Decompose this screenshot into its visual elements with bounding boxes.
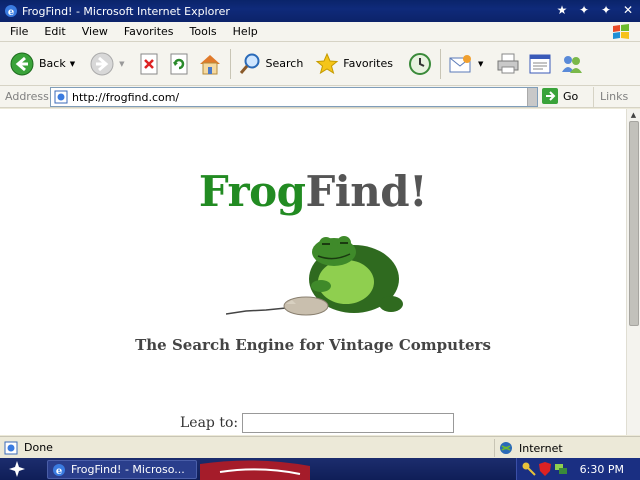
go-arrow-icon bbox=[542, 88, 558, 104]
windows-logo-icon bbox=[613, 24, 629, 39]
menu-tools[interactable]: Tools bbox=[182, 22, 225, 42]
toolbar-separator-2 bbox=[440, 48, 441, 79]
tray-shield-icon[interactable] bbox=[537, 461, 553, 477]
security-zone: Internet bbox=[494, 439, 640, 457]
forward-dropdown-icon[interactable]: ▼ bbox=[119, 60, 124, 68]
frogfind-logo: FrogFind! bbox=[0, 167, 626, 216]
messenger-button[interactable] bbox=[556, 46, 588, 82]
window-title: FrogFind! - Microsoft Internet Explorer bbox=[22, 4, 230, 18]
logo-find-text: Find! bbox=[305, 167, 428, 216]
home-button[interactable] bbox=[194, 46, 226, 82]
history-button[interactable] bbox=[404, 46, 436, 82]
leap-label: Leap to: bbox=[180, 415, 239, 431]
toolbar-separator bbox=[229, 48, 231, 79]
messenger-icon bbox=[562, 55, 583, 73]
zone-label: Internet bbox=[519, 441, 563, 455]
search-label: Search bbox=[265, 57, 304, 70]
tray-network-icon[interactable] bbox=[553, 461, 569, 477]
address-input[interactable]: http://frogfind.com/ bbox=[50, 87, 538, 107]
vertical-scrollbar[interactable]: ▲ bbox=[626, 109, 640, 435]
taskbar: e FrogFind! - Microso... 6:30 PM bbox=[0, 458, 640, 480]
flag-decoration bbox=[200, 460, 310, 480]
taskbar-ie-button[interactable]: e FrogFind! - Microso... bbox=[47, 460, 197, 479]
links-button[interactable]: Links bbox=[593, 87, 640, 107]
edit-page-icon bbox=[529, 54, 551, 73]
address-url: http://frogfind.com/ bbox=[72, 90, 180, 104]
search-input[interactable] bbox=[242, 413, 455, 433]
start-star-icon bbox=[9, 461, 25, 477]
go-label: Go bbox=[563, 89, 579, 103]
refresh-icon bbox=[170, 53, 187, 74]
mail-button[interactable]: ▼ bbox=[445, 46, 486, 82]
svg-text:e: e bbox=[8, 7, 14, 18]
star-icon: ★ bbox=[556, 3, 568, 17]
ie-icon: e bbox=[53, 463, 65, 477]
edit-button[interactable] bbox=[524, 46, 556, 82]
forward-arrow-icon bbox=[90, 52, 114, 75]
back-label: Back bbox=[39, 57, 66, 70]
tagline: The Search Engine for Vintage Computers bbox=[135, 336, 491, 354]
history-icon bbox=[409, 52, 431, 75]
leap-form: Leap to: bbox=[180, 413, 455, 433]
frog-mascot-illustration bbox=[226, 236, 403, 316]
status-bar: Done Internet bbox=[0, 436, 640, 458]
pin-icon[interactable]: ✦ bbox=[576, 2, 592, 18]
printer-icon bbox=[497, 53, 519, 73]
home-icon bbox=[199, 54, 220, 74]
search-icon bbox=[239, 53, 259, 74]
menu-view[interactable]: View bbox=[74, 22, 116, 42]
refresh-button[interactable] bbox=[164, 46, 194, 82]
stop-button[interactable] bbox=[134, 46, 164, 82]
scroll-thumb[interactable] bbox=[629, 121, 639, 326]
back-button[interactable]: Back ▼ bbox=[6, 46, 78, 82]
back-dropdown-icon[interactable]: ▼ bbox=[70, 60, 75, 68]
search-button[interactable]: Search bbox=[235, 46, 307, 82]
start-button[interactable] bbox=[0, 458, 34, 480]
back-arrow-icon bbox=[10, 52, 34, 75]
address-dropdown-button[interactable] bbox=[527, 88, 537, 106]
page-done-icon bbox=[4, 441, 18, 454]
favorites-label: Favorites bbox=[343, 57, 393, 70]
address-bar: Address http://frogfind.com/ Go Links bbox=[0, 86, 640, 108]
menu-edit[interactable]: Edit bbox=[36, 22, 73, 42]
go-button[interactable]: Go bbox=[541, 87, 578, 105]
pin-icon-2[interactable]: ✦ bbox=[598, 2, 614, 18]
page-icon bbox=[54, 90, 68, 104]
logo-frog-text: Frog bbox=[198, 167, 306, 216]
system-tray: 6:30 PM bbox=[516, 458, 640, 480]
title-bar: e FrogFind! - Microsoft Internet Explore… bbox=[0, 0, 640, 22]
internet-globe-icon bbox=[500, 442, 512, 454]
menu-bar: File Edit View Favorites Tools Help bbox=[0, 22, 640, 42]
print-button[interactable] bbox=[492, 46, 524, 82]
forward-button[interactable]: ▼ bbox=[86, 46, 127, 82]
favorites-star-icon bbox=[316, 52, 339, 74]
scroll-up-icon[interactable]: ▲ bbox=[627, 109, 640, 121]
tray-key-icon[interactable] bbox=[521, 461, 537, 477]
taskbar-task-label: FrogFind! - Microso... bbox=[71, 463, 185, 476]
status-text: Done bbox=[24, 441, 53, 454]
svg-text:e: e bbox=[56, 466, 62, 477]
page-content: FrogFind! The Search Engine for Vintage … bbox=[0, 109, 626, 435]
toolbar: Back ▼ ▼ Search Favorites ▼ bbox=[0, 42, 640, 86]
favorites-button[interactable]: Favorites bbox=[312, 46, 396, 82]
address-label: Address bbox=[5, 90, 49, 103]
mail-icon bbox=[449, 54, 471, 72]
mail-dropdown-icon[interactable]: ▼ bbox=[478, 60, 483, 68]
stop-icon bbox=[140, 53, 157, 74]
close-icon[interactable]: ✕ bbox=[620, 2, 636, 18]
menu-help[interactable]: Help bbox=[225, 22, 266, 42]
menu-favorites[interactable]: Favorites bbox=[116, 22, 182, 42]
clock[interactable]: 6:30 PM bbox=[580, 463, 624, 476]
menu-file[interactable]: File bbox=[0, 22, 36, 42]
ie-icon: e bbox=[5, 5, 17, 18]
